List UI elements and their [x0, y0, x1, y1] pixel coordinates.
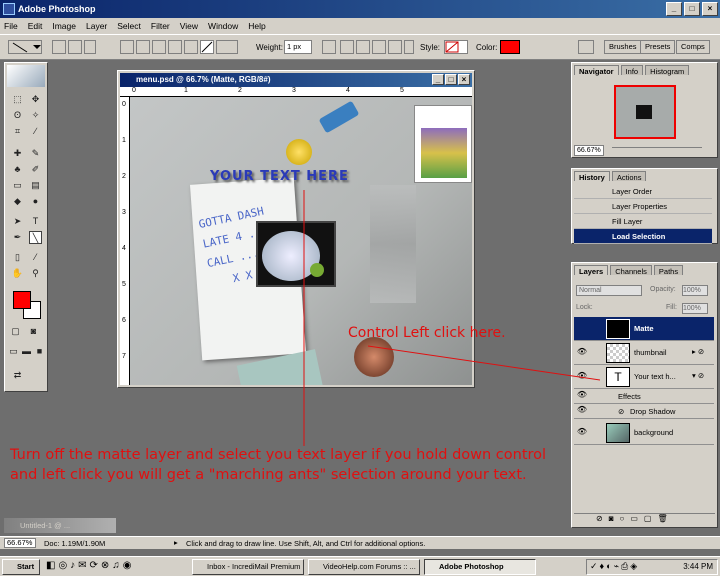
annotation-lines: [303, 190, 601, 446]
tray-icons[interactable]: ✓♦◐⌁⎙◈: [590, 561, 639, 572]
foreground-color-swatch[interactable]: [13, 291, 31, 309]
start-button[interactable]: Start: [2, 559, 40, 575]
annotation-instruction-line1: Turn off the matte layer and select you …: [10, 447, 547, 463]
task-incredimail[interactable]: Inbox - IncrediMail Premium: [192, 559, 304, 575]
annotation-instruction-line2: and left click you will get a "marching …: [10, 467, 527, 483]
task-videohelp[interactable]: VideoHelp.com Forums :: ...: [308, 559, 420, 575]
annotation-ctrl-label: Control Left click here.: [348, 325, 506, 341]
clock: 3:44 PM: [683, 562, 713, 571]
system-tray: ✓♦◐⌁⎙◈ 3:44 PM: [586, 559, 718, 575]
quick-launch-icons[interactable]: ◧◎♪✉⟳⊗♫◉: [46, 560, 135, 571]
start-label: Start: [17, 562, 35, 571]
taskbar: Start ◧◎♪✉⟳⊗♫◉ Inbox - IncrediMail Premi…: [0, 556, 720, 576]
annotation-line-to-layer: [367, 345, 601, 381]
task-photoshop[interactable]: Adobe Photoshop: [424, 559, 536, 575]
